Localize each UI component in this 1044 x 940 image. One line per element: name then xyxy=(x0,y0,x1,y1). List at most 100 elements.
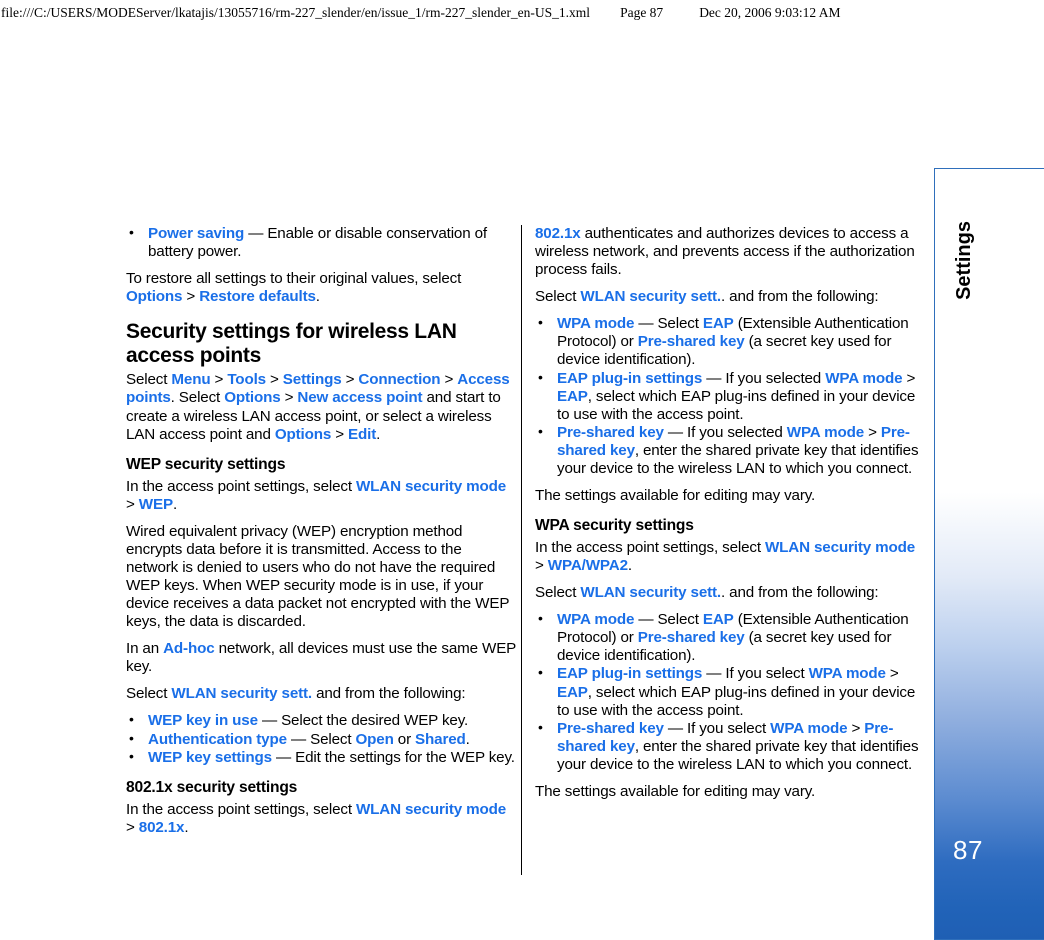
link-eap-plug-in-settings[interactable]: EAP plug-in settings xyxy=(557,665,702,682)
list-item: WEP key settings — Edit the settings for… xyxy=(126,748,516,767)
bullet-text-1: If you select xyxy=(725,665,809,683)
link-wep-key-in-use[interactable]: WEP key in use xyxy=(148,712,258,729)
link-wpa-mode[interactable]: WPA mode xyxy=(770,720,847,737)
link-8021x[interactable]: 802.1x xyxy=(139,819,185,836)
link-tools[interactable]: Tools xyxy=(227,371,266,388)
separator-gt: > xyxy=(126,495,139,513)
wep-sett-lead: Select xyxy=(126,685,172,703)
link-wlan-security-mode[interactable]: WLAN security mode xyxy=(765,539,915,556)
link-wpa-mode[interactable]: WPA mode xyxy=(557,315,634,332)
header-timestamp: Dec 20, 2006 9:03:12 AM xyxy=(699,5,841,20)
bullet-text-post: . xyxy=(465,730,470,748)
link-eap[interactable]: EAP xyxy=(703,611,734,628)
link-new-access-point[interactable]: New access point xyxy=(297,389,422,406)
left-column: Power saving — Enable or disable conserv… xyxy=(126,224,516,846)
adhoc-paragraph: In an Ad-hoc network, all devices must u… xyxy=(126,640,516,676)
link-connection[interactable]: Connection xyxy=(358,371,440,388)
link-wpa-wpa2[interactable]: WPA/WPA2 xyxy=(548,557,628,574)
link-options[interactable]: Options xyxy=(275,426,331,443)
list-item: Authentication type — Select Open or Sha… xyxy=(126,730,516,749)
link-open[interactable]: Open xyxy=(355,731,393,748)
wpa-select-lead: In the access point settings, select xyxy=(535,539,765,557)
bullet-dash: — xyxy=(257,712,282,730)
link-pre-shared-key[interactable]: Pre-shared key xyxy=(638,629,745,646)
list-item: EAP plug-in settings — If you select WPA… xyxy=(535,664,925,719)
8021x-select-paragraph: In the access point settings, select WLA… xyxy=(126,801,516,837)
link-eap-plug-in-settings[interactable]: EAP plug-in settings xyxy=(557,370,702,387)
link-menu[interactable]: Menu xyxy=(171,371,210,388)
link-eap[interactable]: EAP xyxy=(703,315,734,332)
separator-gt: > xyxy=(847,719,865,737)
link-eap[interactable]: EAP xyxy=(557,684,588,701)
bullet-dash: — xyxy=(634,315,658,333)
link-restore-defaults[interactable]: Restore defaults xyxy=(199,288,316,305)
link-wpa-mode[interactable]: WPA mode xyxy=(557,611,634,628)
bullet-dash: — xyxy=(663,719,687,737)
link-wep-key-settings[interactable]: WEP key settings xyxy=(148,749,272,766)
link-wlan-security-sett[interactable]: WLAN security sett. xyxy=(580,288,721,305)
select-mid-1: . Select xyxy=(170,389,225,407)
bullet-text-1: If you selected xyxy=(725,369,826,387)
link-pre-shared-key[interactable]: Pre-shared key xyxy=(557,720,664,737)
bullet-dash: — xyxy=(286,730,311,748)
link-wpa-mode[interactable]: WPA mode xyxy=(809,665,886,682)
restore-tail: . xyxy=(315,288,320,306)
link-settings[interactable]: Settings xyxy=(283,371,342,388)
bullet-text-pre: Select xyxy=(310,730,356,748)
wep-select-sett-paragraph: Select WLAN security sett. and from the … xyxy=(126,685,516,703)
header-page-label: Page 87 xyxy=(620,5,664,20)
heading-wep-security-settings: WEP security settings xyxy=(126,455,286,473)
separator-gt: > xyxy=(535,557,548,575)
separator-gt: > xyxy=(265,371,283,389)
list-item: Power saving — Enable or disable conserv… xyxy=(126,224,516,261)
link-edit[interactable]: Edit xyxy=(348,426,376,443)
wpa-options-bullet-list: WPA mode — Select EAP (Extensible Authen… xyxy=(535,610,925,774)
wep-select-tail: . xyxy=(172,495,178,513)
bullet-text-1: If you selected xyxy=(687,423,787,441)
heading-8021x-security-settings: 802.1x security settings xyxy=(126,778,298,796)
bullet-dash: — xyxy=(702,369,726,387)
bullet-dash: — xyxy=(244,225,268,242)
link-wpa-mode[interactable]: WPA mode xyxy=(787,424,864,441)
select-wlan-sett-paragraph-1: Select WLAN security sett.. and from the… xyxy=(535,288,925,306)
separator-gt: > xyxy=(182,288,200,306)
link-shared[interactable]: Shared xyxy=(415,731,466,748)
wpa-select-paragraph: In the access point settings, select WLA… xyxy=(535,539,925,575)
link-eap[interactable]: EAP xyxy=(557,388,588,405)
separator-gt: > xyxy=(885,665,899,683)
link-pre-shared-key[interactable]: Pre-shared key xyxy=(638,333,745,350)
bullet-text: Edit the settings for the WEP key. xyxy=(295,748,515,766)
separator-gt: > xyxy=(126,818,139,836)
sett-lead: Select xyxy=(535,288,581,306)
link-authentication-type[interactable]: Authentication type xyxy=(148,731,287,748)
restore-lead: To restore all settings to their origina… xyxy=(126,270,462,288)
link-8021x[interactable]: 802.1x xyxy=(535,225,581,242)
link-wpa-mode[interactable]: WPA mode xyxy=(825,370,902,387)
bullet-text-1: Select xyxy=(657,315,703,333)
link-wlan-security-mode[interactable]: WLAN security mode xyxy=(356,801,506,818)
8021x-intro-paragraph: 802.1x authenticates and authorizes devi… xyxy=(535,225,925,279)
chapter-thumb-tab: Settings 87 xyxy=(934,168,1044,940)
select-menu-path-paragraph: Select Menu > Tools > Settings > Connect… xyxy=(126,371,516,443)
page-body: Power saving — Enable or disable conserv… xyxy=(0,224,1044,885)
link-options[interactable]: Options xyxy=(224,389,280,406)
bullet-text: Select the desired WEP key. xyxy=(281,712,469,730)
separator-gt: > xyxy=(902,369,916,387)
heading-wpa-security-settings: WPA security settings xyxy=(535,517,694,535)
list-item: EAP plug-in settings — If you selected W… xyxy=(535,369,925,424)
link-wlan-security-sett[interactable]: WLAN security sett. xyxy=(580,584,721,601)
link-wep[interactable]: WEP xyxy=(139,496,173,513)
bullet-text-2: , select which EAP plug-ins defined in y… xyxy=(557,683,916,719)
link-ad-hoc[interactable]: Ad-hoc xyxy=(163,640,215,657)
separator-gt: > xyxy=(210,371,228,389)
bullet-dash: — xyxy=(271,748,296,766)
link-options[interactable]: Options xyxy=(126,288,182,305)
list-item: WPA mode — Select EAP (Extensible Authen… xyxy=(535,314,925,369)
power-saving-bullet-list: Power saving — Enable or disable conserv… xyxy=(126,224,516,261)
link-wlan-security-mode[interactable]: WLAN security mode xyxy=(356,478,506,495)
intro-text: authenticates and authorizes devices to … xyxy=(535,225,915,279)
link-pre-shared-key[interactable]: Pre-shared key xyxy=(557,424,664,441)
link-power-saving[interactable]: Power saving xyxy=(148,225,244,242)
link-wlan-security-sett[interactable]: WLAN security sett. xyxy=(171,685,312,702)
separator-gt: > xyxy=(341,371,359,389)
